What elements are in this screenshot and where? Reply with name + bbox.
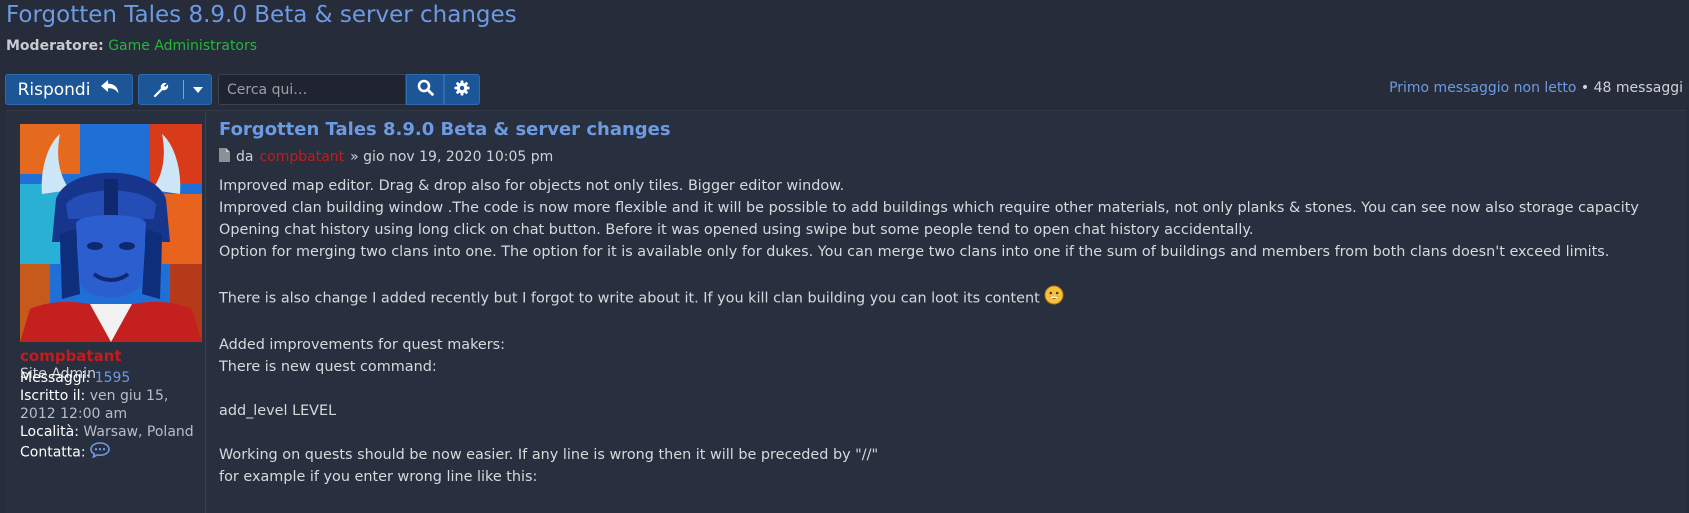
pagination-info: Primo messaggio non letto • 48 messaggi <box>1389 80 1683 96</box>
profile-contact: Contatta: <box>20 442 110 463</box>
reply-icon <box>100 79 120 100</box>
posts-count-link[interactable]: 1595 <box>95 370 131 386</box>
search-button[interactable] <box>406 74 444 105</box>
tools-dropdown-button[interactable] <box>138 74 212 105</box>
chat-bubble-icon[interactable] <box>90 442 110 463</box>
moderators: Moderatore: Game Administrators <box>6 38 257 54</box>
posts-label: Messaggi: <box>20 370 91 386</box>
first-unread-link[interactable]: Primo messaggio non letto <box>1389 80 1576 96</box>
separator: • <box>1576 80 1594 96</box>
post-title[interactable]: Forgotten Tales 8.9.0 Beta & server chan… <box>219 119 1679 140</box>
post-content: Improved map editor. Drag & drop also fo… <box>219 175 1679 488</box>
topic-title[interactable]: Forgotten Tales 8.9.0 Beta & server chan… <box>6 2 517 28</box>
post-author-line: da compbatant » gio nov 19, 2020 10:05 p… <box>219 148 1679 166</box>
gear-icon <box>454 80 470 100</box>
by-label: da <box>236 149 254 165</box>
avatar[interactable] <box>20 124 202 342</box>
post-file-icon[interactable] <box>219 148 230 166</box>
caret-down-icon <box>184 86 211 94</box>
wrench-icon <box>139 80 184 99</box>
moderators-label: Moderatore: <box>6 38 104 54</box>
post-date: » gio nov 19, 2020 10:05 pm <box>350 149 554 165</box>
profile-location: Località: Warsaw, Poland <box>20 423 194 441</box>
joined-label: Iscritto il: <box>20 388 86 404</box>
post: compbatant Site Admin Messaggi: 1595 Isc… <box>6 110 1686 513</box>
post-profile: compbatant Site Admin Messaggi: 1595 Isc… <box>6 111 206 513</box>
profile-username[interactable]: compbatant <box>20 347 122 365</box>
emoji-icon <box>1044 285 1064 312</box>
search-input[interactable] <box>218 74 406 105</box>
location-value: Warsaw, Poland <box>83 424 194 440</box>
location-label: Località: <box>20 424 79 440</box>
reply-button-label: Rispondi <box>17 79 91 100</box>
post-count: 48 messaggi <box>1593 80 1683 96</box>
contact-label: Contatta: <box>20 444 86 461</box>
post-content-part1: Improved map editor. Drag & drop also fo… <box>219 178 1639 307</box>
reply-button[interactable]: Rispondi <box>5 74 133 105</box>
profile-posts: Messaggi: 1595 <box>20 369 130 387</box>
search-icon <box>417 79 434 100</box>
post-body: Forgotten Tales 8.9.0 Beta & server chan… <box>219 119 1679 488</box>
post-author-link[interactable]: compbatant <box>259 149 344 165</box>
advanced-search-button[interactable] <box>444 74 480 105</box>
post-content-part2: Added improvements for quest makers: The… <box>219 337 879 485</box>
profile-joined: Iscritto il: ven giu 15, 2012 12:00 am <box>20 387 205 423</box>
moderators-group-link[interactable]: Game Administrators <box>108 38 257 54</box>
